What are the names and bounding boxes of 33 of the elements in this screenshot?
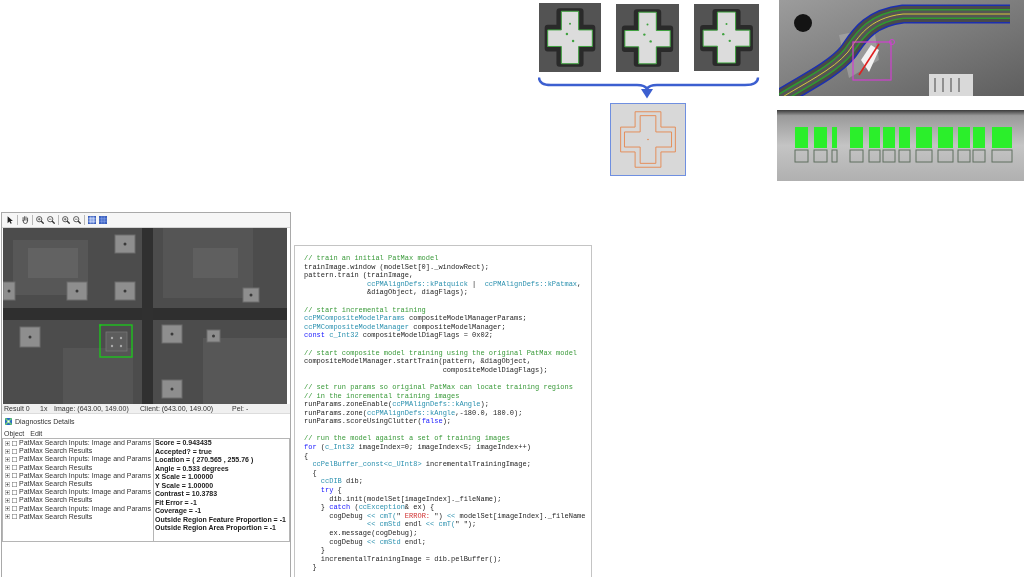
expand-icon[interactable] [5, 448, 10, 454]
hand-icon[interactable] [21, 216, 29, 224]
checkbox[interactable] [12, 448, 17, 454]
checkbox[interactable] [12, 473, 17, 479]
zoom-in-icon[interactable] [62, 216, 70, 224]
match-frame-icon [99, 324, 133, 358]
checkbox[interactable] [12, 497, 17, 503]
expand-icon[interactable] [5, 473, 10, 479]
checkbox[interactable] [12, 481, 17, 487]
checkbox[interactable] [12, 465, 17, 471]
zoom-out-icon[interactable] [47, 216, 55, 224]
grid-icon[interactable] [88, 216, 96, 224]
checkbox[interactable] [12, 489, 17, 495]
checkbox[interactable] [12, 506, 17, 512]
cross-photo [539, 3, 601, 72]
expand-icon[interactable] [5, 465, 10, 471]
checkbox[interactable] [12, 514, 17, 520]
grid-icon[interactable] [99, 216, 107, 224]
expand-icon[interactable] [5, 514, 10, 520]
expand-icon[interactable] [5, 497, 10, 503]
app-icon [5, 417, 12, 425]
zoom-out-icon[interactable] [73, 216, 81, 224]
checkbox[interactable] [12, 456, 17, 462]
pointer-icon[interactable] [6, 216, 14, 224]
cross-photo [616, 4, 679, 72]
expand-icon[interactable] [5, 440, 10, 446]
expand-icon[interactable] [5, 489, 10, 495]
cross-photo [694, 4, 759, 71]
expand-icon[interactable] [5, 456, 10, 462]
expand-icon[interactable] [5, 506, 10, 512]
expand-icon[interactable] [5, 481, 10, 487]
zoom-in-icon[interactable] [36, 216, 44, 224]
checkbox[interactable] [12, 440, 17, 446]
